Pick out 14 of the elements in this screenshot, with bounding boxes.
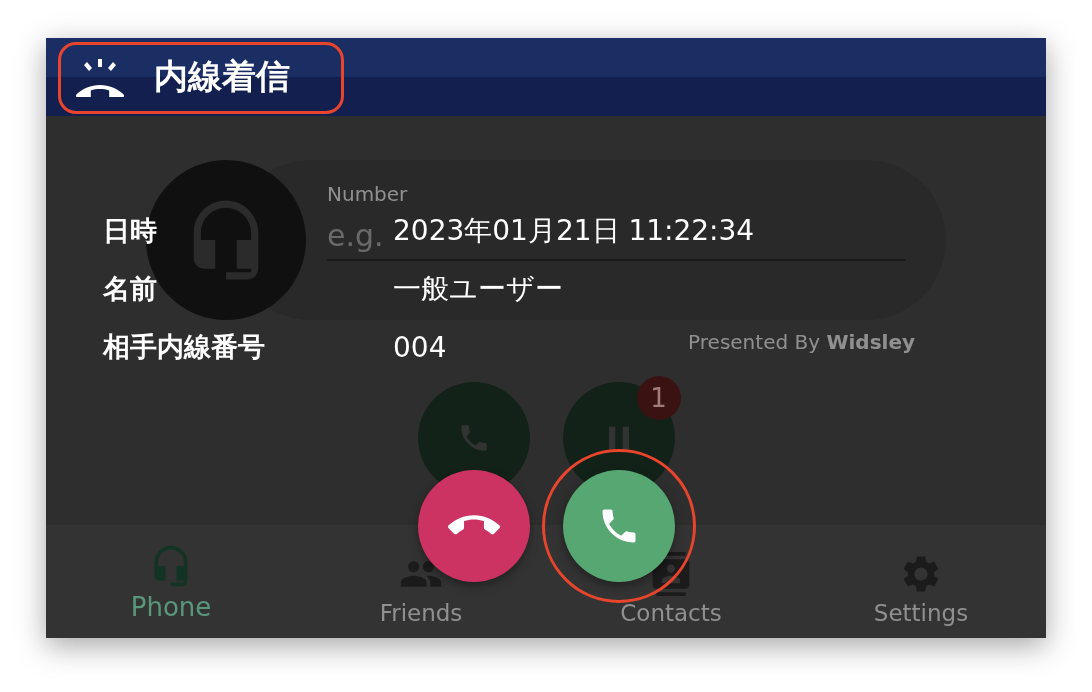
ringing-phone-icon: [76, 57, 124, 97]
info-value: 一般ユーザー: [393, 271, 563, 307]
info-label: 日時: [103, 214, 157, 248]
nav-tab[interactable]: Friends: [296, 525, 546, 638]
count-badge: 1: [636, 376, 681, 420]
window-title: 内線着信: [154, 55, 290, 98]
credit-text: Presented By Widsley: [688, 330, 915, 354]
info-label: 相手内線番号: [103, 330, 265, 364]
field-label: Number: [327, 182, 409, 206]
info-label: 名前: [103, 272, 157, 306]
nav-tab[interactable]: Settings: [796, 525, 1046, 638]
info-value: 2023年01月21日 11:22:34: [393, 213, 755, 249]
nav-tab[interactable]: Phone: [46, 525, 296, 638]
info-value: 004: [393, 330, 447, 364]
